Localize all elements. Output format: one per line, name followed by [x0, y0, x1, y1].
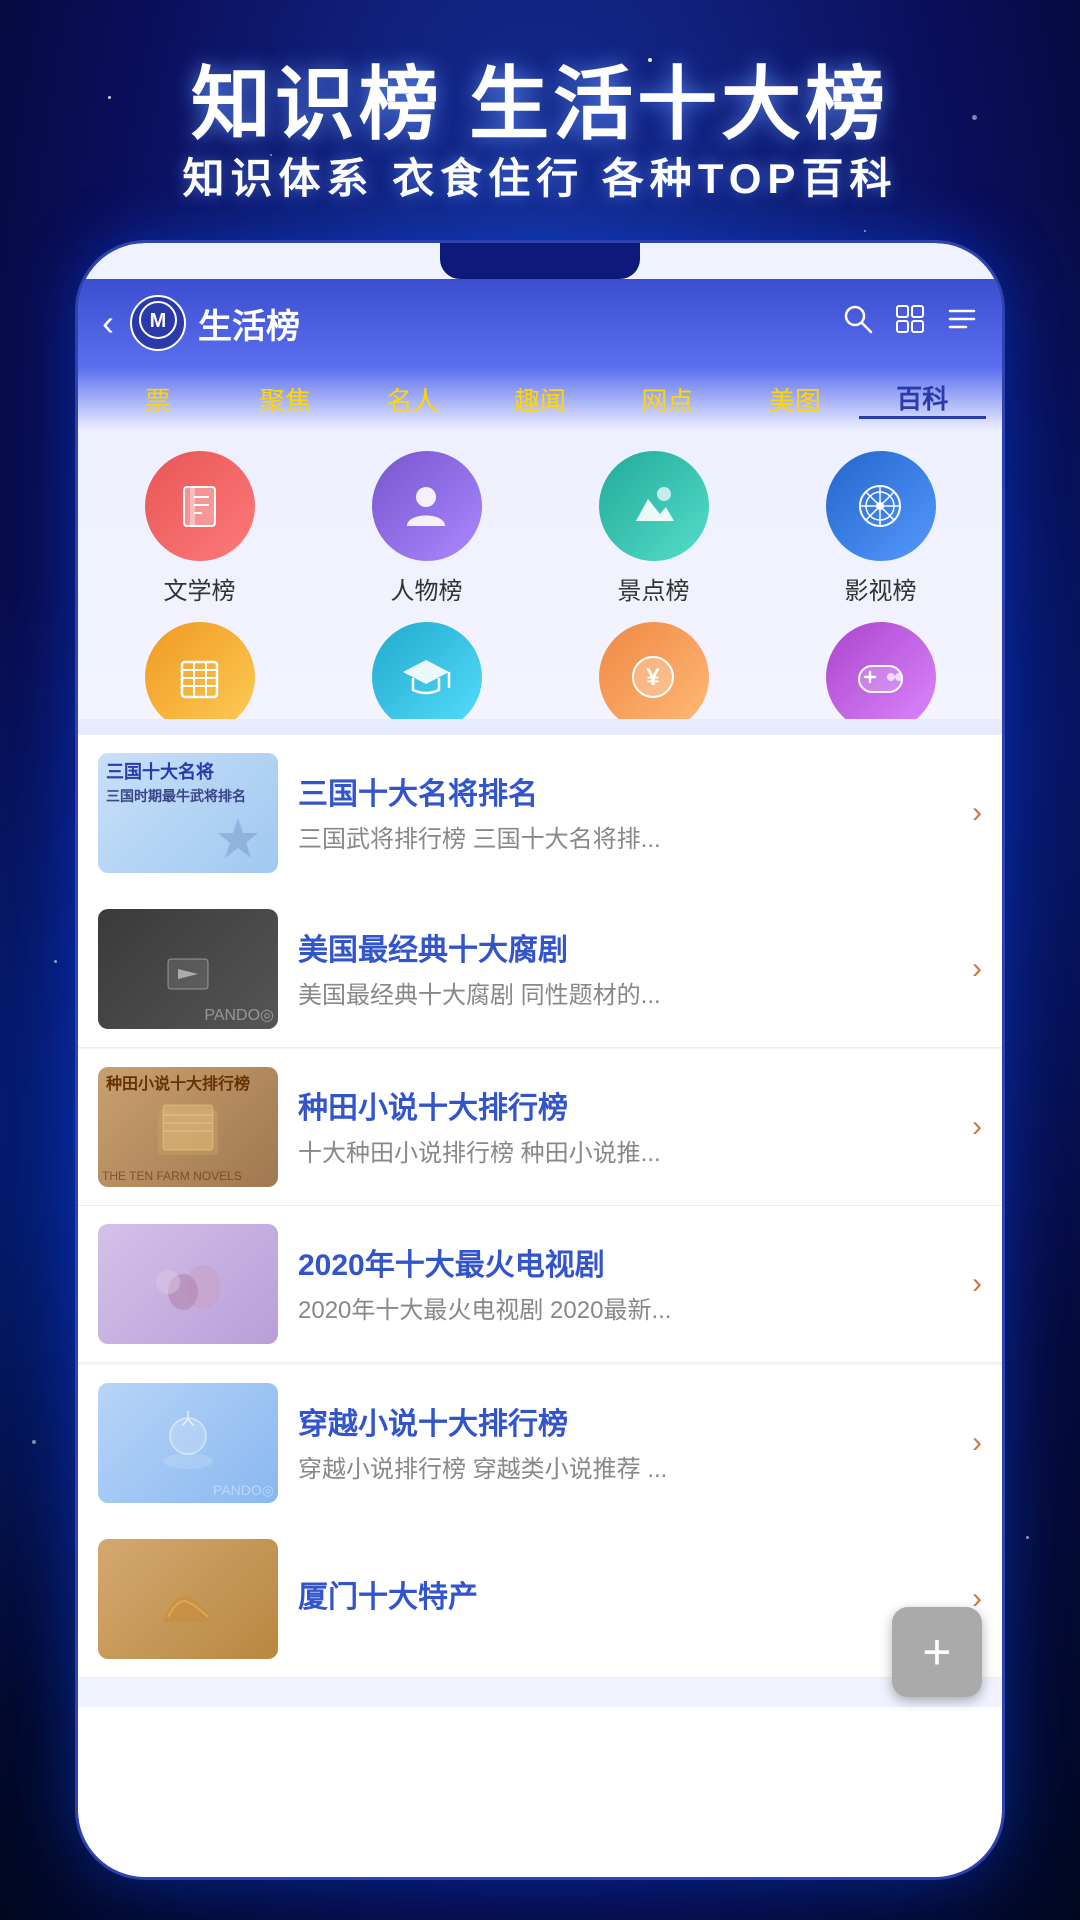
list-content-4: 2020年十大最火电视剧 2020年十大最火电视剧 2020最新... — [298, 1240, 952, 1328]
category-literature[interactable]: 文学榜 — [94, 451, 305, 606]
scenic-icon — [599, 451, 709, 561]
tab-bar: 票 聚焦 名人 趣闻 网点 美图 百科 — [78, 367, 1002, 431]
film-icon — [826, 451, 936, 561]
list-content-2: 美国最经典十大腐剧 美国最经典十大腐剧 同性题材的... — [298, 925, 952, 1013]
arrow-1: › — [972, 796, 982, 830]
person-icon — [372, 451, 482, 561]
list-content-1: 三国十大名将排名 三国武将排行榜 三国十大名将排... — [298, 769, 952, 857]
category-scenic[interactable]: 景点榜 — [548, 451, 759, 606]
logo-text: M — [138, 300, 178, 347]
literature-icon — [145, 451, 255, 561]
scenic-label: 景点榜 — [618, 571, 690, 606]
hero-title: 知识榜 生活十大榜 — [0, 40, 1080, 156]
list-title-3: 种田小说十大排行榜 — [298, 1083, 952, 1127]
film-label: 影视榜 — [845, 571, 917, 606]
game-icon — [826, 622, 936, 732]
category-person[interactable]: 人物榜 — [321, 451, 532, 606]
list-content-6: 厦门十大特产 — [298, 1572, 952, 1626]
list-desc-1: 三国武将排行榜 三国十大名将排... — [298, 823, 952, 857]
arrow-5: › — [972, 1426, 982, 1460]
history-icon — [145, 622, 255, 732]
list-item-1[interactable]: 三国十大名将三国时期最牛武将排名 三国十大名将排名 三国武将排行榜 三国十大名将… — [78, 735, 1002, 892]
list-title-1: 三国十大名将排名 — [298, 769, 952, 813]
arrow-4: › — [972, 1267, 982, 1301]
university-icon — [372, 622, 482, 732]
thumb-4 — [98, 1224, 278, 1344]
category-film[interactable]: 影视榜 — [775, 451, 986, 606]
list-desc-3: 十大种田小说排行榜 种田小说推... — [298, 1137, 952, 1171]
list-title-5: 穿越小说十大排行榜 — [298, 1399, 952, 1443]
search-icon[interactable] — [842, 303, 874, 343]
wealth-icon: ¥ — [599, 622, 709, 732]
svg-text:M: M — [150, 310, 167, 332]
phone-notch — [440, 243, 640, 279]
tab-meitu[interactable]: 美图 — [731, 381, 858, 418]
list-desc-5: 穿越小说排行榜 穿越类小说推荐 ... — [298, 1453, 952, 1487]
list-title-2: 美国最经典十大腐剧 — [298, 925, 952, 969]
person-label: 人物榜 — [391, 571, 463, 606]
list-item-4[interactable]: 2020年十大最火电视剧 2020年十大最火电视剧 2020最新... › — [78, 1206, 1002, 1363]
list-content-5: 穿越小说十大排行榜 穿越小说排行榜 穿越类小说推荐 ... — [298, 1399, 952, 1487]
bottom-safe-area — [78, 1707, 1002, 1877]
back-button[interactable]: ‹ — [102, 302, 114, 344]
grid-icon[interactable] — [894, 303, 926, 343]
list-desc-2: 美国最经典十大腐剧 同性题材的... — [298, 979, 952, 1013]
list-desc-4: 2020年十大最火电视剧 2020最新... — [298, 1294, 952, 1328]
list-title-6: 厦门十大特产 — [298, 1572, 952, 1616]
tab-wangdian[interactable]: 网点 — [604, 381, 731, 418]
phone-frame: ‹ M 生活榜 — [75, 240, 1005, 1880]
tab-mingren[interactable]: 名人 — [349, 381, 476, 418]
tab-piao[interactable]: 票 — [94, 381, 221, 418]
list-item-3[interactable]: 种田小说十大排行榜 THE TEN FARM NOVELS 种田小说十大排行榜 … — [78, 1049, 1002, 1206]
tab-jujiao[interactable]: 聚焦 — [221, 381, 348, 418]
list-icon[interactable] — [946, 303, 978, 343]
nav-title: 生活榜 — [198, 299, 842, 348]
list-item-2[interactable]: PANDO◎ 美国最经典十大腐剧 美国最经典十大腐剧 同性题材的... › — [78, 891, 1002, 1048]
literature-label: 文学榜 — [164, 571, 236, 606]
list-item-6[interactable]: 厦门十大特产 › — [78, 1521, 1002, 1678]
fab-button[interactable]: + — [892, 1607, 982, 1697]
svg-text:¥: ¥ — [646, 664, 660, 691]
nav-icon-group — [842, 303, 978, 343]
hero-subtitle: 知识体系 衣食住行 各种TOP百科 — [0, 145, 1080, 206]
tab-quwen[interactable]: 趣闻 — [476, 381, 603, 418]
list-title-4: 2020年十大最火电视剧 — [298, 1240, 952, 1284]
section-divider — [78, 719, 1002, 735]
thumb-5: PANDO◎ — [98, 1383, 278, 1503]
thumb-1: 三国十大名将三国时期最牛武将排名 — [98, 753, 278, 873]
arrow-2: › — [972, 952, 982, 986]
app-navbar: ‹ M 生活榜 — [78, 279, 1002, 367]
thumb-2: PANDO◎ — [98, 909, 278, 1029]
list-item-5[interactable]: PANDO◎ 穿越小说十大排行榜 穿越小说排行榜 穿越类小说推荐 ... › — [78, 1365, 1002, 1522]
fab-icon: + — [922, 1623, 951, 1681]
app-logo: M — [130, 295, 186, 351]
thumb-6 — [98, 1539, 278, 1659]
thumb-3: 种田小说十大排行榜 THE TEN FARM NOVELS — [98, 1067, 278, 1187]
arrow-3: › — [972, 1110, 982, 1144]
tab-baike[interactable]: 百科 — [859, 379, 986, 419]
list-content-3: 种田小说十大排行榜 十大种田小说排行榜 种田小说推... — [298, 1083, 952, 1171]
